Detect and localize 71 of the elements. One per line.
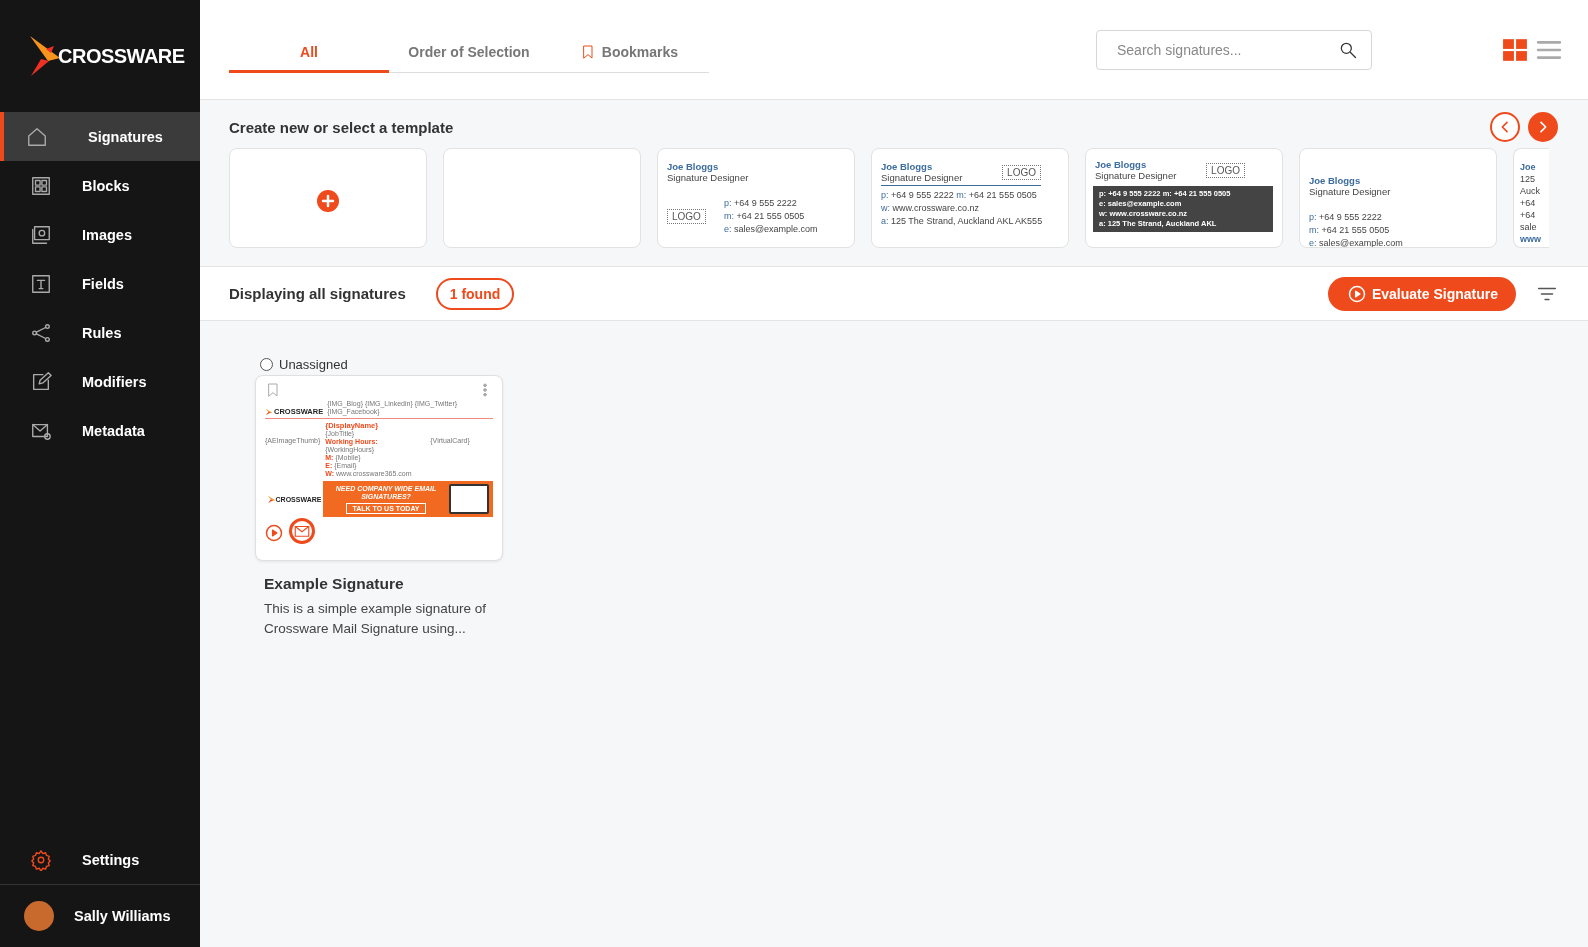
avatar <box>24 901 54 931</box>
gear-icon <box>30 848 52 871</box>
brand-name: CROSSWARE <box>58 44 185 68</box>
section-title: Create new or select a template <box>229 118 455 136</box>
nav-item[interactable]: Signatures <box>0 112 200 161</box>
tab[interactable]: Bookmarks <box>549 33 709 73</box>
nav-item[interactable]: Images <box>0 210 200 259</box>
signature-name[interactable]: Example Signature <box>264 575 503 593</box>
signature-description: This is a simple example signature of Crossware Mail Signature using... <box>264 600 488 638</box>
edit-icon <box>30 370 52 393</box>
images-icon <box>30 223 52 246</box>
contact-line: e: sales@example.com <box>1309 237 1407 247</box>
status-label: Unassigned <box>279 357 348 372</box>
job-title: Signature Designer <box>1309 186 1392 197</box>
screenshot-placeholder <box>449 484 489 514</box>
contact-text: Joe <box>1520 161 1537 173</box>
contact-name: Joe Bloggs <box>881 161 934 172</box>
brand-logo-icon <box>266 494 276 504</box>
grid-view-icon[interactable] <box>1502 36 1528 63</box>
nav-item[interactable]: Rules <box>0 308 200 357</box>
nav-item[interactable]: Modifiers <box>0 357 200 406</box>
contact-text: +64 <box>1520 197 1537 209</box>
contact-text: 125 <box>1520 173 1537 185</box>
contact-name: Joe Bloggs <box>1309 175 1362 186</box>
send-email-button[interactable] <box>289 518 315 544</box>
text-field-icon <box>30 272 52 295</box>
contact-text: www <box>1520 233 1542 245</box>
template-card[interactable]: Joe Bloggs Signature Designer p: +64 9 555 2222 m: +64 21 555 0505 e: sales@example.com <box>1299 148 1497 248</box>
template-card[interactable]: Joe Bloggs Signature Designer LOGO p: +64 9 555 2222 m: +64 21 555 0505 w: www.crossware.co.nz a: 125 The Strand, Auckland AKL AK555 <box>871 148 1069 248</box>
logo-placeholder: LOGO <box>1002 164 1041 180</box>
add-icon[interactable] <box>316 189 340 213</box>
nav-item[interactable]: Fields <box>0 259 200 308</box>
results-heading: Displaying all signatures <box>229 285 406 302</box>
user-name[interactable]: Sally Williams <box>74 908 171 924</box>
home-icon <box>26 125 48 148</box>
contact-name: Joe Bloggs <box>667 161 720 172</box>
result-count: 1 found <box>435 277 515 310</box>
blocks-icon <box>30 174 52 197</box>
logo-placeholder: LOGO <box>667 209 706 224</box>
nav-item[interactable]: Settings <box>0 835 200 884</box>
contact-line: p: +64 9 555 2222 <box>723 197 798 210</box>
evaluate-button[interactable]: Evaluate Signature <box>1327 276 1516 311</box>
tab[interactable]: All <box>229 33 389 73</box>
radio-button[interactable] <box>260 358 273 371</box>
contact-line: p: +64 9 555 2222 m: +64 21 555 0505 <box>881 189 1038 202</box>
contact-line: w: www.crossware.co.nz <box>881 202 981 215</box>
contact-name: Joe Bloggs <box>1095 159 1148 170</box>
template-card[interactable]: Joe 125 Auck +64 +64 sale www <box>1513 148 1549 248</box>
play-icon[interactable] <box>265 524 283 542</box>
previous-button[interactable] <box>1490 112 1520 142</box>
contact-text: sale <box>1520 221 1538 233</box>
bookmark-icon[interactable] <box>265 382 281 398</box>
contact-line: a: 125 The Strand, Auckland AKL AK555 <box>881 215 1044 228</box>
brand-logo-icon <box>265 407 273 416</box>
signature-card[interactable] <box>255 375 503 561</box>
play-icon <box>1347 284 1366 303</box>
job-title: Signature Designer <box>1095 170 1177 181</box>
template-card[interactable]: Joe Bloggs Signature Designer LOGO p: +64 9 555 2222 m: +64 21 555 0505 e: sales@example.com <box>657 148 855 248</box>
nav-item[interactable]: Metadata <box>0 406 200 455</box>
contact-text: Auck <box>1520 185 1541 197</box>
nav-item[interactable]: Blocks <box>0 161 200 210</box>
search-field[interactable]: Search signatures... <box>1096 29 1372 70</box>
logo-placeholder: LOGO <box>1206 162 1245 178</box>
next-button[interactable] <box>1528 112 1558 142</box>
contact-line: e: sales@example.com <box>723 223 818 236</box>
contact-text: +64 <box>1520 209 1537 221</box>
job-title: Signature Designer <box>881 172 963 183</box>
branch-icon <box>30 321 52 344</box>
contact-line: m: +64 21 555 0505 <box>723 210 806 223</box>
tab[interactable]: Order of Selection <box>389 33 549 73</box>
job-title: Signature Designer <box>667 172 750 183</box>
